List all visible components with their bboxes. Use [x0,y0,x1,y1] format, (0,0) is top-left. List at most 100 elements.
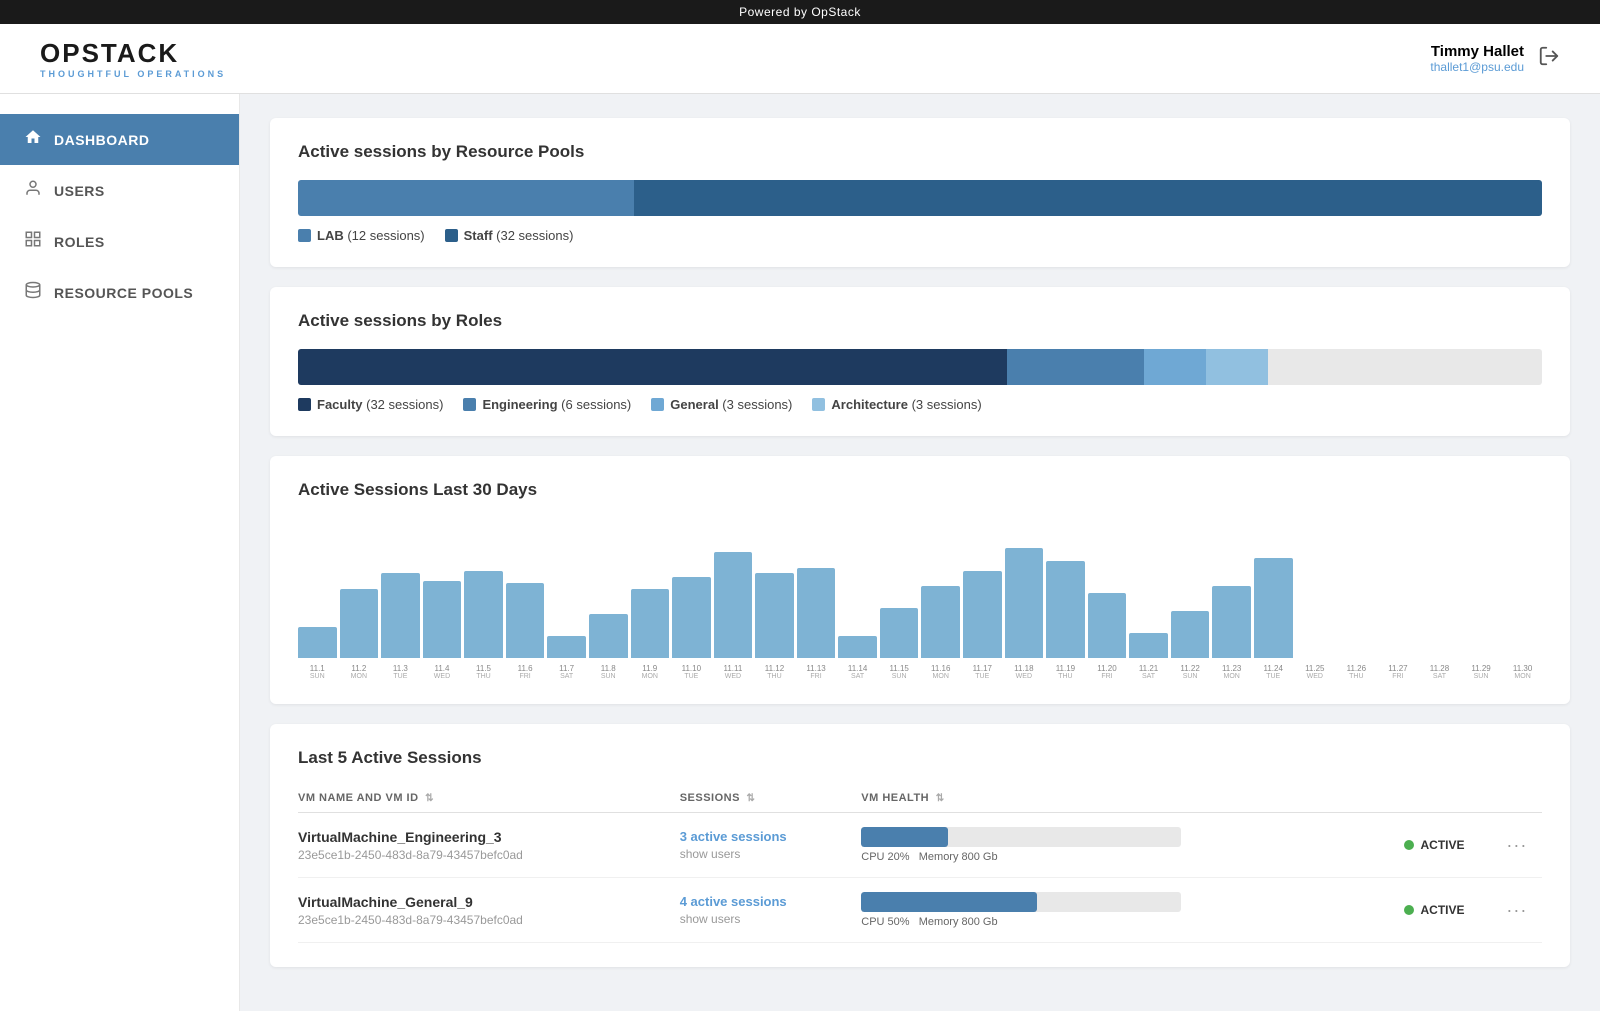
status-label: ACTIVE [1420,838,1464,852]
axis-day: WED [1307,673,1323,680]
sessions-cell: 4 active sessions show users [680,878,862,943]
axis-col: 11.2MON [340,664,379,680]
table-head: VM NAME AND VM ID ⇅ SESSIONS ⇅ VM HEALTH… [298,784,1542,813]
axis-day: THU [767,673,781,680]
bar-col [547,528,586,658]
sidebar-item-roles[interactable]: ROLES [0,216,239,267]
bar-col [797,528,836,658]
table-header-row: VM NAME AND VM ID ⇅ SESSIONS ⇅ VM HEALTH… [298,784,1542,813]
axis-day: MON [1223,673,1239,680]
health-metrics: CPU 50% Memory 800 Gb [861,916,1404,928]
col-status [1404,784,1506,813]
bar-col [1129,528,1168,658]
status-cell: ACTIVE [1404,813,1506,878]
bar-rect [423,581,462,659]
bar-rect [921,586,960,659]
sort-icon-health: ⇅ [936,793,945,804]
sort-icon-sessions: ⇅ [747,793,756,804]
axis-date: 11.19 [1056,664,1075,673]
axis-col: 11.23MON [1212,664,1251,680]
axis-day: SAT [560,673,573,680]
axis-col: 11.8SUN [589,664,628,680]
axis-day: FRI [1392,673,1403,680]
sidebar-item-dashboard[interactable]: DASHBOARD [0,114,239,165]
axis-col: 11.14SAT [838,664,877,680]
users-icon [24,179,42,202]
health-bar-bg [861,827,1181,847]
resource-pools-card: Active sessions by Resource Pools LAB (1… [270,118,1570,267]
axis-col: 11.11WED [714,664,753,680]
legend-dot [298,229,311,242]
roles-icon [24,230,42,253]
logo-text: OPSTACK [40,38,226,69]
col-sessions: SESSIONS ⇅ [680,784,862,813]
axis-col: 11.28SAT [1420,664,1459,680]
axis-col: 11.1SUN [298,664,337,680]
axis-date: 11.1 [310,664,325,673]
bar-rect [755,573,794,658]
axis-date: 11.11 [723,664,742,673]
axis-date: 11.6 [518,664,533,673]
show-users-link[interactable]: show users [680,847,862,861]
last-sessions-title: Last 5 Active Sessions [298,748,1542,768]
session-count[interactable]: 3 active sessions [680,829,862,844]
role-bar-segment [1007,349,1144,385]
axis-day: SAT [851,673,864,680]
role-legend-item: Engineering (6 sessions) [463,397,631,412]
user-name: Timmy Hallet [1430,43,1524,60]
sidebar-item-users[interactable]: USERS [0,165,239,216]
vm-info-cell: VirtualMachine_Engineering_3 23e5ce1b-24… [298,813,680,878]
axis-col: 11.19THU [1046,664,1085,680]
more-button[interactable]: ··· [1506,835,1527,855]
bar-rect [1254,558,1293,658]
axis-day: TUE [1266,673,1280,680]
user-area: Timmy Hallet thallet1@psu.edu [1430,43,1560,74]
axis-date: 11.17 [973,664,992,673]
bar-col [921,528,960,658]
bar-rect [1129,633,1168,658]
health-bar-fill [861,827,947,847]
axis-col: 11.25WED [1296,664,1335,680]
health-cell: CPU 50% Memory 800 Gb [861,878,1404,943]
bar-col [1046,528,1085,658]
axis-date: 11.14 [848,664,867,673]
show-users-link[interactable]: show users [680,912,862,926]
axis-day: SAT [1142,673,1155,680]
bar-col [1462,528,1501,658]
axis-col: 11.20FRI [1088,664,1127,680]
axis-date: 11.25 [1305,664,1324,673]
bar-rect [381,573,420,658]
legend-dot [812,398,825,411]
axis-col: 11.24TUE [1254,664,1293,680]
axis-date: 11.4 [434,664,449,673]
table-body: VirtualMachine_Engineering_3 23e5ce1b-24… [298,813,1542,943]
logout-button[interactable] [1538,45,1560,73]
bar-col [714,528,753,658]
axis-date: 11.27 [1388,664,1407,673]
more-button[interactable]: ··· [1506,900,1527,920]
session-count[interactable]: 4 active sessions [680,894,862,909]
axis-col: 11.17TUE [963,664,1002,680]
vm-info-cell: VirtualMachine_General_9 23e5ce1b-2450-4… [298,878,680,943]
top-banner: Powered by OpStack [0,0,1600,24]
role-legend-item: General (3 sessions) [651,397,792,412]
axis-date: 11.15 [889,664,908,673]
axis-date: 11.7 [559,664,574,673]
actions-cell: ··· [1506,878,1542,943]
axis-day: SUN [892,673,907,680]
health-bar-bg [861,892,1181,912]
axis-day: THU [1349,673,1363,680]
table-row: VirtualMachine_Engineering_3 23e5ce1b-24… [298,813,1542,878]
axis-day: SAT [1433,673,1446,680]
axis-day: MON [642,673,658,680]
axis-day: FRI [810,673,821,680]
axis-day: SUN [310,673,325,680]
axis-day: WED [725,673,741,680]
bar-col [1212,528,1251,658]
col-actions [1506,784,1542,813]
axis-col: 11.5THU [464,664,503,680]
bar-col [1337,528,1376,658]
sidebar-item-resource-pools[interactable]: RESOURCE POOLS [0,267,239,318]
axis-date: 11.18 [1014,664,1033,673]
dashboard-icon [24,128,42,151]
